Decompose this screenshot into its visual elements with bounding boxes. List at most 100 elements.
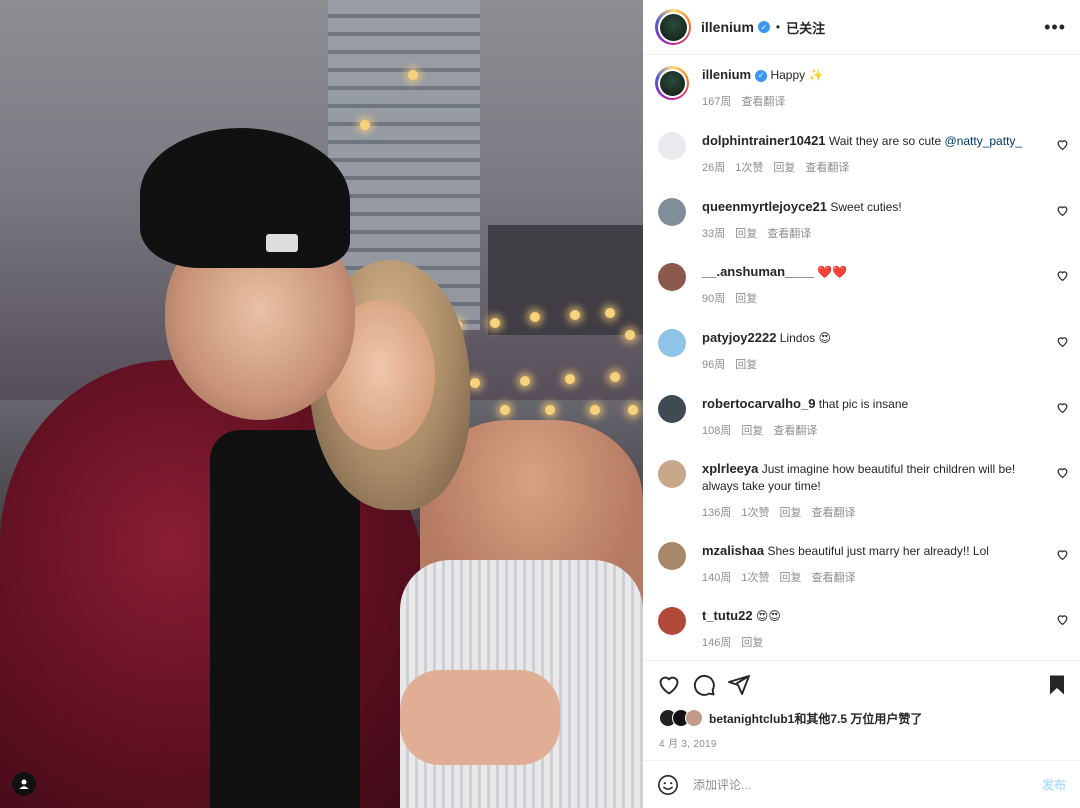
comment-username[interactable]: dolphintrainer10421 (702, 133, 826, 148)
see-translation-link[interactable]: 查看翻译 (811, 569, 855, 585)
reply-button[interactable]: 回复 (735, 290, 757, 306)
post-photo[interactable] (0, 0, 643, 808)
commenter-avatar[interactable] (658, 132, 686, 160)
comment-item: __.anshuman____ ❤️❤️ 90周 回复 (643, 263, 1080, 306)
caption-username[interactable]: illenium (702, 67, 751, 82)
photo-man-shirt (210, 430, 360, 808)
like-comment-icon[interactable] (1056, 466, 1069, 479)
caption-time[interactable]: 167周 (702, 93, 731, 109)
like-comment-icon[interactable] (1056, 138, 1069, 151)
photo-cap-logo (266, 234, 298, 252)
share-icon[interactable] (727, 673, 751, 697)
photo-hand (400, 670, 560, 765)
comment-username[interactable]: patyjoy2222 (702, 330, 776, 345)
post-date[interactable]: 4 月 3, 2019 (659, 735, 717, 750)
comment-text: that pic is insane (818, 397, 909, 411)
photo-light (605, 308, 615, 318)
post-sidebar: illenium ✓ • 已关注 ••• illenium ✓ Happy ✨ 1… (643, 0, 1080, 808)
photo-light (545, 405, 555, 415)
reply-button[interactable]: 回复 (741, 634, 763, 650)
likes-summary[interactable]: betanightclub1和其他7.5 万位用户赞了 (659, 709, 922, 727)
comment-time[interactable]: 90周 (702, 290, 725, 306)
comment-time[interactable]: 26周 (702, 159, 725, 175)
comment-likes[interactable]: 1次赞 (741, 569, 769, 585)
comment-time[interactable]: 33周 (702, 225, 725, 241)
see-translation-link[interactable]: 查看翻译 (773, 422, 817, 438)
post-comment-button[interactable]: 发布 (1042, 776, 1066, 793)
commenter-avatar[interactable] (658, 395, 686, 423)
photo-light (500, 405, 510, 415)
sparkle-emoji: ✨ (808, 68, 824, 82)
save-bookmark-icon[interactable] (1045, 673, 1069, 697)
emoji-icon[interactable] (657, 774, 679, 796)
comment-likes[interactable]: 1次赞 (735, 159, 763, 175)
commenter-avatar[interactable] (658, 607, 686, 635)
author-avatar[interactable] (655, 9, 691, 45)
commenter-avatar[interactable] (658, 460, 686, 488)
add-comment-input[interactable] (693, 777, 1042, 792)
more-options-icon[interactable]: ••• (1044, 17, 1066, 38)
reply-button[interactable]: 回复 (735, 356, 757, 372)
commenter-avatar[interactable] (658, 263, 686, 291)
reply-button[interactable]: 回复 (773, 159, 795, 175)
likes-text[interactable]: betanightclub1和其他7.5 万位用户赞了 (709, 710, 922, 727)
see-translation-link[interactable]: 查看翻译 (741, 93, 785, 109)
comment-time[interactable]: 146周 (702, 634, 731, 650)
comment-time[interactable]: 108周 (702, 422, 731, 438)
like-icon[interactable] (657, 673, 681, 697)
comment-icon[interactable] (692, 673, 716, 697)
following-button[interactable]: 已关注 (786, 18, 825, 37)
comment-username[interactable]: t_tutu22 (702, 608, 753, 623)
like-comment-icon[interactable] (1056, 548, 1069, 561)
comment-time[interactable]: 136周 (702, 504, 731, 520)
like-comment-icon[interactable] (1056, 401, 1069, 414)
photo-light (490, 318, 500, 328)
like-comment-icon[interactable] (1056, 204, 1069, 217)
verified-icon: ✓ (755, 69, 768, 82)
photo-light (565, 374, 575, 384)
like-comment-icon[interactable] (1056, 613, 1069, 626)
like-comment-icon[interactable] (1056, 335, 1069, 348)
comment-time[interactable]: 140周 (702, 569, 731, 585)
comment-username[interactable]: __.anshuman____ (702, 264, 814, 279)
commenter-avatar[interactable] (658, 542, 686, 570)
comment-text: Sweet cuties! (830, 200, 902, 214)
caption: illenium ✓ Happy ✨ 167周 查看翻译 (643, 66, 1080, 109)
photo-light (625, 330, 635, 340)
commenter-avatar[interactable] (658, 329, 686, 357)
comment-item: t_tutu22 😍😍 146周 回复 (643, 607, 1080, 650)
caption-avatar[interactable] (655, 66, 689, 100)
comment-item: patyjoy2222 Lindos 😍 96周 回复 (643, 329, 1080, 372)
see-translation-link[interactable]: 查看翻译 (805, 159, 849, 175)
comments-list[interactable]: illenium ✓ Happy ✨ 167周 查看翻译 dolphintrain… (643, 56, 1080, 659)
add-comment-bar: 发布 (643, 760, 1080, 808)
comment-likes[interactable]: 1次赞 (741, 504, 769, 520)
photo-light (360, 120, 370, 130)
reply-button[interactable]: 回复 (741, 422, 763, 438)
comment-username[interactable]: robertocarvalho_9 (702, 396, 815, 411)
tagged-user-icon[interactable] (12, 772, 36, 796)
comment-item: queenmyrtlejoyce21 Sweet cuties! 33周 回复 … (643, 198, 1080, 241)
comment-item: dolphintrainer10421 Wait they are so cut… (643, 132, 1080, 175)
comment-mention[interactable]: @natty_patty_ (945, 134, 1023, 148)
comment-username[interactable]: queenmyrtlejoyce21 (702, 199, 827, 214)
see-translation-link[interactable]: 查看翻译 (767, 225, 811, 241)
see-translation-link[interactable]: 查看翻译 (811, 504, 855, 520)
post-header: illenium ✓ • 已关注 ••• (643, 0, 1080, 55)
reply-button[interactable]: 回复 (779, 569, 801, 585)
author-username[interactable]: illenium (701, 19, 754, 35)
reply-button[interactable]: 回复 (779, 504, 801, 520)
comment-username[interactable]: mzalishaa (702, 543, 764, 558)
photo-light (530, 312, 540, 322)
like-comment-icon[interactable] (1056, 269, 1069, 282)
commenter-avatar[interactable] (658, 198, 686, 226)
photo-light (628, 405, 638, 415)
photo-building-2 (488, 225, 643, 335)
comment-username[interactable]: xplrleeya (702, 461, 758, 476)
reply-button[interactable]: 回复 (735, 225, 757, 241)
comment-item: xplrleeya Just imagine how beautiful the… (643, 460, 1080, 520)
comment-text: Wait they are so cute (828, 134, 942, 148)
comment-time[interactable]: 96周 (702, 356, 725, 372)
person-icon (19, 779, 29, 789)
verified-icon: ✓ (757, 21, 770, 33)
